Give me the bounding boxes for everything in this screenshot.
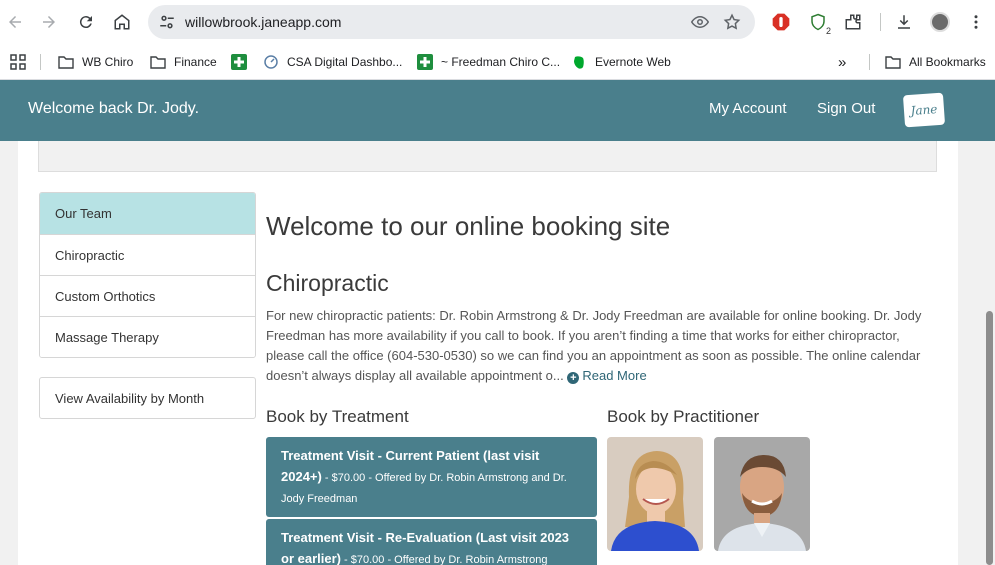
sidebar-item-chiropractic[interactable]: Chiropractic — [40, 234, 255, 275]
treatment-meta: - $70.00 - Offered by Dr. Robin Armstron… — [281, 472, 567, 505]
bookmark-wb-chiro[interactable]: WB Chiro — [58, 52, 133, 72]
practitioner-photo[interactable] — [714, 437, 810, 551]
scrollbar-thumb[interactable] — [986, 311, 993, 565]
evernote-icon — [571, 54, 587, 70]
section-title: Chiropractic — [266, 270, 389, 296]
clinic-info-panel — [38, 141, 937, 172]
bookmark-label: WB Chiro — [82, 55, 134, 69]
reload-icon[interactable] — [74, 10, 98, 34]
bookmarks-bar: WB Chiro Finance CSA Digital Dashbo... ~… — [0, 44, 995, 80]
book-by-treatment-heading: Book by Treatment — [266, 407, 409, 426]
book-by-practitioner-heading: Book by Practitioner — [607, 407, 760, 426]
profile-avatar[interactable] — [929, 11, 951, 33]
browser-toolbar: willowbrook.janeapp.com 2 — [0, 0, 995, 44]
page-title: Welcome to our online booking site — [266, 211, 671, 241]
dashboard-icon — [263, 54, 279, 70]
sidebar-item-our-team[interactable]: Our Team — [40, 193, 255, 234]
treatment-card[interactable]: Treatment Visit - Current Patient (last … — [266, 437, 597, 517]
forward-icon[interactable] — [37, 10, 61, 34]
bookmarks-overflow-button[interactable]: » — [838, 52, 846, 72]
home-icon[interactable] — [110, 10, 134, 34]
plus-circle-icon: + — [567, 372, 580, 384]
page-content: Our Team Chiropractic Custom Orthotics M… — [18, 141, 958, 565]
bookmarks-divider — [40, 54, 41, 70]
bookmark-label: ~ Freedman Chiro C... — [441, 55, 561, 69]
adblock-extension-icon[interactable] — [770, 11, 792, 33]
sidebar-item-custom-orthotics[interactable]: Custom Orthotics — [40, 275, 255, 316]
practitioner-photo[interactable] — [607, 437, 703, 551]
bookmark-evernote[interactable]: Evernote Web — [571, 52, 671, 72]
view-availability-button[interactable]: View Availability by Month — [39, 377, 256, 419]
folder-icon — [150, 54, 166, 70]
treatment-card[interactable]: Treatment Visit - Re-Evaluation (Last vi… — [266, 519, 597, 565]
url-text[interactable]: willowbrook.janeapp.com — [185, 14, 341, 30]
sign-out-link[interactable]: Sign Out — [817, 100, 875, 117]
all-bookmarks-label: All Bookmarks — [909, 55, 986, 69]
welcome-message: Welcome back Dr. Jody. — [28, 100, 200, 117]
site-settings-icon[interactable] — [158, 13, 176, 31]
all-bookmarks-button[interactable]: All Bookmarks — [885, 52, 986, 72]
bookmark-csa-dashboard[interactable]: CSA Digital Dashbo... — [263, 52, 402, 72]
bookmark-green-cross[interactable] — [231, 52, 255, 72]
bookmark-freedman-chiro[interactable]: ~ Freedman Chiro C... — [417, 52, 560, 72]
folder-icon — [58, 54, 74, 70]
bookmark-label: Finance — [174, 55, 217, 69]
read-more-link[interactable]: + Read More — [567, 368, 647, 384]
bookmarks-divider — [869, 54, 870, 70]
apps-grid-icon[interactable] — [10, 52, 26, 72]
bookmark-finance[interactable]: Finance — [150, 52, 217, 72]
download-icon[interactable] — [893, 11, 915, 33]
bookmark-label: CSA Digital Dashbo... — [287, 55, 403, 69]
eye-icon[interactable] — [691, 13, 709, 31]
sidebar-item-massage-therapy[interactable]: Massage Therapy — [40, 316, 255, 357]
site-header: Welcome back Dr. Jody. My Account Sign O… — [0, 80, 995, 141]
logo-text: Jane — [910, 102, 938, 118]
green-cross-icon — [231, 54, 247, 70]
sidebar-nav: Our Team Chiropractic Custom Orthotics M… — [39, 192, 256, 358]
green-cross-icon — [417, 54, 433, 70]
address-bar[interactable]: willowbrook.janeapp.com — [148, 5, 755, 39]
read-more-label: Read More — [582, 368, 647, 383]
bookmark-label: Evernote Web — [595, 55, 671, 69]
back-icon[interactable] — [3, 10, 27, 34]
scrollbar-track[interactable] — [984, 141, 995, 565]
my-account-link[interactable]: My Account — [709, 100, 787, 117]
bookmark-star-icon[interactable] — [723, 13, 741, 31]
chrome-menu-icon[interactable] — [965, 11, 987, 33]
description: For new chiropractic patients: Dr. Robin… — [266, 306, 930, 386]
shield-extension-icon[interactable]: 2 — [807, 11, 831, 36]
toolbar-divider — [880, 13, 881, 31]
folder-icon — [885, 54, 901, 70]
extensions-puzzle-icon[interactable] — [842, 11, 864, 33]
treatment-meta: - $70.00 - Offered by Dr. Robin Armstron… — [340, 554, 548, 565]
extension-badge: 2 — [825, 26, 831, 36]
jane-logo[interactable]: Jane — [902, 92, 946, 128]
